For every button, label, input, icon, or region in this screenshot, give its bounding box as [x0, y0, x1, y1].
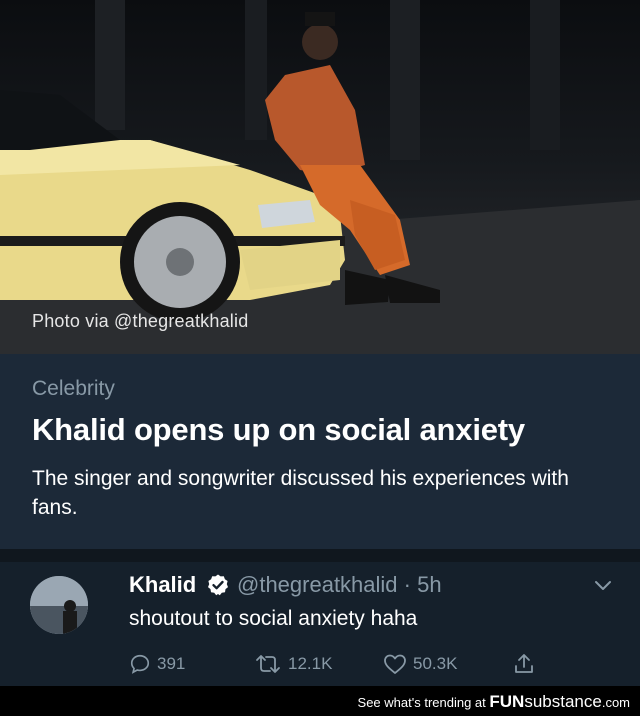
reply-icon — [130, 654, 150, 674]
avatar[interactable] — [30, 576, 88, 634]
reply-count: 391 — [157, 654, 186, 673]
photo-illustration — [0, 0, 640, 354]
tweet-author-name[interactable]: Khalid — [129, 572, 196, 598]
like-count: 50.3K — [413, 654, 458, 673]
watermark-text: See what's trending at FUNsubstance.com — [358, 692, 630, 712]
article-photo[interactable]: Photo via @thegreatkhalid — [0, 0, 640, 354]
share-icon — [515, 654, 533, 673]
watermark-suffix: .com — [601, 695, 630, 710]
time-separator: · — [403, 572, 411, 597]
retweet-icon — [256, 655, 280, 673]
tweet-handle[interactable]: @thegreatkhalid — [237, 572, 398, 597]
like-button[interactable]: 50.3K — [383, 652, 457, 676]
watermark-brand-bold: FUN — [489, 692, 525, 711]
photo-credit: Photo via @thegreatkhalid — [32, 311, 249, 331]
tweet-text: shoutout to social anxiety haha — [129, 607, 418, 630]
verified-badge-icon — [208, 574, 228, 596]
watermark-brand-rest: substance — [524, 692, 602, 711]
watermark-footer: See what's trending at FUNsubstance.com — [0, 686, 640, 716]
tweet-timestamp[interactable]: 5h — [417, 572, 441, 597]
tweet-handle-and-time: @thegreatkhalid · 5h — [237, 572, 442, 598]
reply-button[interactable]: 391 — [129, 652, 185, 676]
article-description: The singer and songwriter discussed his … — [32, 467, 569, 519]
watermark-prefix: See what's trending at — [357, 695, 490, 710]
article-headline[interactable]: Khalid opens up on social anxiety — [32, 412, 525, 448]
chevron-down-icon[interactable] — [594, 580, 612, 592]
retweet-count: 12.1K — [288, 654, 333, 673]
section-divider — [0, 549, 640, 562]
article-category: Celebrity — [32, 377, 115, 400]
share-button[interactable] — [512, 652, 542, 676]
heart-icon — [384, 654, 406, 674]
retweet-button[interactable]: 12.1K — [254, 652, 332, 676]
